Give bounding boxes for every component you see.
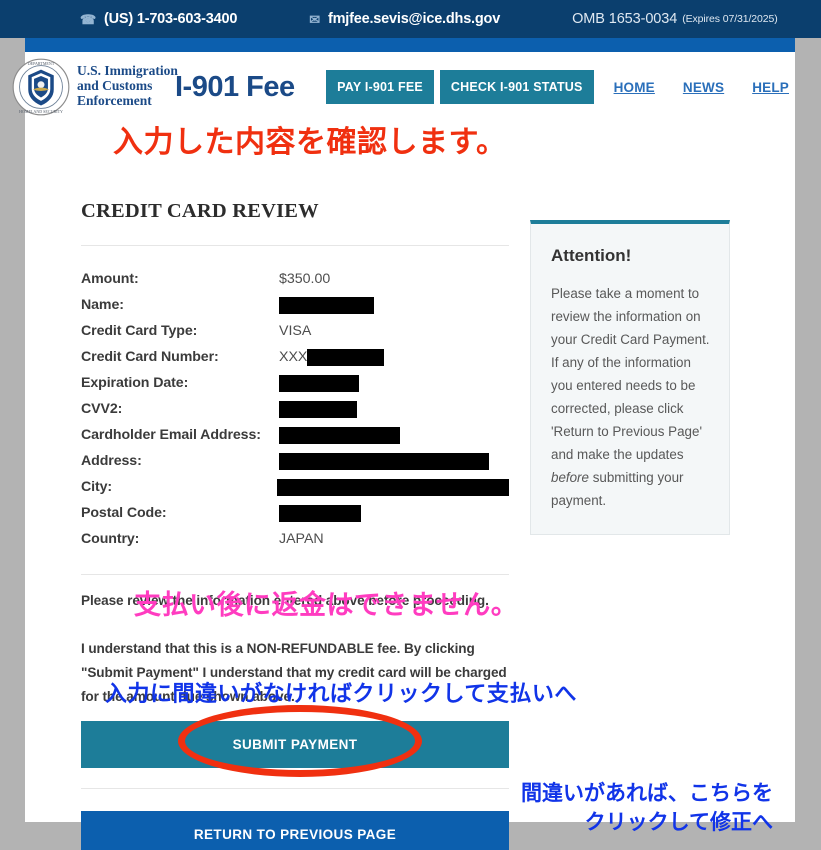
phone-number: (US) 1-703-603-3400 (104, 11, 238, 27)
redaction-bar (277, 478, 509, 496)
review-field-label: Address: (81, 453, 142, 469)
nav-link-news[interactable]: NEWS (669, 80, 738, 95)
attention-body-before: Please take a moment to review the infor… (551, 286, 710, 462)
review-field-value (279, 296, 374, 314)
envelope-icon: ✉ (309, 11, 320, 27)
review-field-value (277, 478, 509, 496)
top-utility-bar: ☎ (US) 1-703-603-3400 ✉ fmjfee.sevis@ice… (0, 0, 821, 38)
review-field-row: Postal Code: (81, 500, 509, 526)
review-field-row: Credit Card Number: XXX (81, 344, 509, 370)
attention-heading: Attention! (551, 246, 632, 265)
review-field-value: $350.00 (279, 271, 330, 287)
redaction-bar (279, 452, 489, 470)
screenshot-root: ☎ (US) 1-703-603-3400 ✉ fmjfee.sevis@ice… (0, 0, 821, 850)
review-field-row: CVV2: (81, 396, 509, 422)
page-title: CREDIT CARD REVIEW (81, 200, 319, 222)
contact-email[interactable]: ✉ fmjfee.sevis@ice.dhs.gov (309, 11, 500, 27)
redaction-bar (279, 504, 361, 522)
review-field-value-prefix: XXX (279, 349, 308, 365)
return-to-previous-page-button[interactable]: RETURN TO PREVIOUS PAGE (81, 811, 509, 850)
nav-link-help[interactable]: HELP (738, 80, 803, 95)
nav-check-i901-status-button[interactable]: CHECK I-901 STATUS (439, 70, 594, 104)
svg-text:DEPARTMENT: DEPARTMENT (28, 61, 55, 66)
review-field-label: Credit Card Number: (81, 349, 219, 365)
review-field-row: Address: (81, 448, 509, 474)
phone-icon: ☎ (80, 11, 96, 27)
omb-expiry: (Expires 07/31/2025) (682, 13, 778, 25)
notice-nonrefundable-text: I understand that this is a NON-REFUNDAB… (81, 641, 507, 704)
redaction-bar (307, 348, 385, 366)
review-field-label: Amount: (81, 271, 139, 287)
review-field-value-text: $350.00 (279, 271, 331, 287)
attention-body-emphasis: before (551, 470, 589, 485)
page-body: DEPARTMENT HOMELAND SECURITY U.S. Immigr… (12, 52, 795, 850)
accent-strip (25, 38, 795, 52)
review-field-row: Credit Card Type: VISA (81, 318, 509, 344)
submit-button-wrap: SUBMIT PAYMENT (81, 721, 509, 768)
review-field-label: City: (81, 479, 113, 495)
review-field-row: Expiration Date: (81, 370, 509, 396)
brand-title: I-901 Fee (175, 71, 295, 103)
site-header: DEPARTMENT HOMELAND SECURITY U.S. Immigr… (12, 52, 795, 122)
review-field-value: XXX (279, 348, 385, 366)
review-field-row: Amount: $350.00 (81, 266, 509, 292)
review-field-value (279, 452, 489, 470)
review-field-label: Cardholder Email Address: (81, 427, 261, 443)
review-field-value (279, 504, 361, 522)
agency-line-3: Enforcement (77, 93, 152, 108)
review-field-label: Country: (81, 531, 140, 547)
review-field-value-text: VISA (279, 323, 312, 339)
review-column: CREDIT CARD REVIEW Amount: $350.00 Name: Cr… (81, 200, 509, 850)
review-field-row: Country: JAPAN (81, 526, 509, 552)
main-navigation: PAY I-901 FEE CHECK I-901 STATUS HOME NE… (326, 70, 803, 104)
attention-body: Please take a moment to review the infor… (551, 282, 711, 512)
nav-pay-i901-fee-button[interactable]: PAY I-901 FEE (326, 70, 434, 104)
agency-name: U.S. Immigration and Customs Enforcement (77, 63, 178, 108)
review-field-value (279, 426, 400, 444)
submit-payment-button[interactable]: SUBMIT PAYMENT (81, 721, 509, 768)
redaction-bar (279, 374, 359, 392)
return-button-wrap: RETURN TO PREVIOUS PAGE (81, 811, 509, 850)
review-field-row: Cardholder Email Address: (81, 422, 509, 448)
agency-line-2: and Customs (77, 78, 153, 93)
review-field-value: VISA (279, 323, 311, 339)
divider-middle (81, 574, 509, 575)
agency-line-1: U.S. Immigration (77, 63, 178, 78)
review-field-label: Name: (81, 297, 124, 313)
divider-bottom (81, 788, 509, 789)
contact-phone[interactable]: ☎ (US) 1-703-603-3400 (80, 11, 237, 27)
notice-review-text: Please review the information entered ab… (81, 593, 489, 608)
review-field-value (279, 400, 357, 418)
review-field-value: JAPAN (279, 531, 324, 547)
omb-number: OMB 1653-0034 (572, 11, 678, 27)
review-field-row: Name: (81, 292, 509, 318)
redaction-bar (279, 426, 400, 444)
review-field-label: Expiration Date: (81, 375, 189, 391)
attention-panel: Attention! Please take a moment to revie… (530, 220, 730, 535)
review-field-value-text: JAPAN (279, 531, 324, 547)
review-notice: Please review the information entered ab… (81, 589, 509, 709)
divider-top (81, 245, 509, 246)
redaction-bar (279, 400, 357, 418)
review-field-label: Credit Card Type: (81, 323, 198, 339)
omb-info: OMB 1653-0034 (Expires 07/31/2025) (572, 11, 778, 27)
review-field-label: CVV2: (81, 401, 123, 417)
review-field-value (279, 374, 359, 392)
review-field-list: Amount: $350.00 Name: Credit Card Type: VISA… (81, 266, 509, 552)
email-address: fmjfee.sevis@ice.dhs.gov (327, 11, 501, 27)
dhs-seal-icon: DEPARTMENT HOMELAND SECURITY (12, 58, 70, 116)
review-field-row: City: (81, 474, 509, 500)
redaction-bar (279, 296, 374, 314)
nav-link-home[interactable]: HOME (600, 80, 669, 95)
review-field-label: Postal Code: (81, 505, 167, 521)
svg-text:HOMELAND SECURITY: HOMELAND SECURITY (19, 109, 63, 114)
